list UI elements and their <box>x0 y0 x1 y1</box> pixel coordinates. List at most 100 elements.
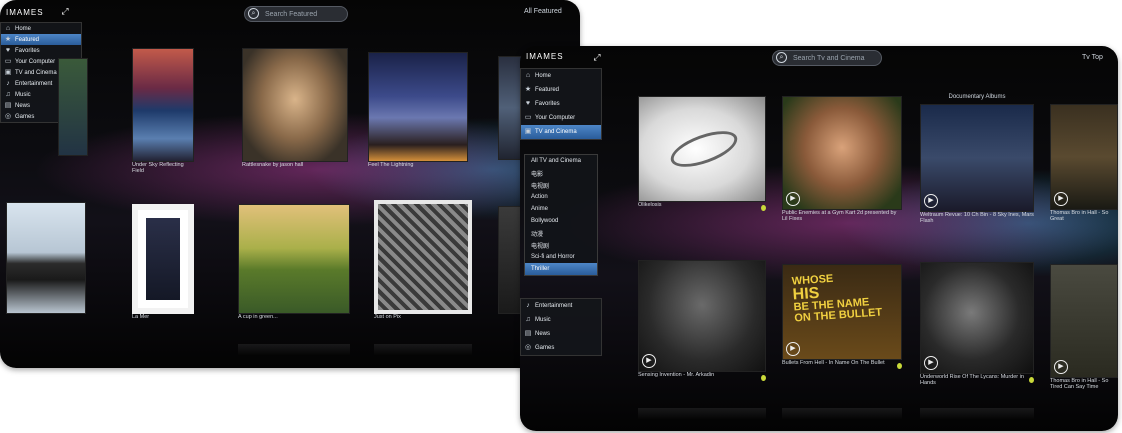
search-icon: ⌕ <box>248 8 259 19</box>
computer-icon: ▭ <box>4 57 12 65</box>
submenu-item[interactable]: Anime <box>525 203 597 215</box>
play-icon[interactable]: ▶ <box>786 192 800 206</box>
submenu-item[interactable]: 电视剧 <box>525 239 597 251</box>
tile-reflection <box>374 344 472 356</box>
submenu-item-thriller[interactable]: Thriller <box>525 263 597 275</box>
tile-caption: Under Sky Reflecting Field <box>132 162 184 174</box>
tv-icon: ▣ <box>4 68 12 76</box>
tile-reflection <box>238 344 350 356</box>
sidebar-item-entertainment[interactable]: ♪ Entertainment <box>521 299 601 313</box>
thumbnail <box>58 58 88 156</box>
tile-caption: Olikelosis <box>638 202 662 208</box>
media-tile[interactable]: A cup in green... <box>238 204 350 326</box>
tile-caption: Feel The Lightning <box>368 162 414 168</box>
media-tile[interactable]: ▶ Public Enemies at a Gym Kart 2d presen… <box>782 96 902 222</box>
play-icon[interactable]: ▶ <box>642 354 656 368</box>
pin-icon[interactable]: ⤢ <box>60 6 70 16</box>
thumbnail <box>238 204 350 314</box>
thumbnail <box>782 96 902 210</box>
thumbnail: WHOSE HIS BE THE NAME ON THE BULLET <box>782 264 902 360</box>
search-placeholder: Search Tv and Cinema <box>793 54 865 62</box>
status-dot <box>1029 377 1034 383</box>
tile-caption: Thomas Bro in Hall - So Great <box>1050 210 1109 222</box>
play-icon[interactable]: ▶ <box>924 194 938 208</box>
star-icon: ★ <box>524 86 532 93</box>
sidebar-item-news[interactable]: ▤ News <box>521 327 601 341</box>
tile-caption: Sensing Invention - Mr. Arkadin <box>638 372 715 378</box>
genre-submenu: All TV and Cinema 电影 电视剧 Action Anime Bo… <box>524 154 598 276</box>
thumbnail <box>638 260 766 372</box>
music-icon: ♫ <box>525 316 531 323</box>
media-tile[interactable]: Just on Pix <box>374 200 472 326</box>
computer-icon: ▭ <box>524 114 532 121</box>
sidebar-item-tv-cinema[interactable]: ▣ TV and Cinema <box>521 125 601 139</box>
all-featured-link[interactable]: All Featured <box>524 8 562 15</box>
thumbnail <box>242 48 348 162</box>
status-dot <box>897 363 902 369</box>
play-icon[interactable]: ▶ <box>1054 192 1068 206</box>
media-tile[interactable]: Olikelosis <box>638 96 766 214</box>
media-tile[interactable]: La Mer <box>132 204 194 326</box>
media-tile[interactable]: ▶ Thomas Bro in Hall - So Great <box>1050 104 1118 222</box>
status-dot <box>761 205 766 211</box>
thumbnail <box>638 96 766 202</box>
media-tile[interactable]: ▶ Sensing Invention - Mr. Arkadin <box>638 260 766 384</box>
star-icon: ★ <box>4 35 12 43</box>
sidebar: ⌂ Home ★ Featured ♥ Favorites ▭ Your Compute… <box>520 68 602 140</box>
app-logo: IMAMES <box>526 52 564 61</box>
submenu-item[interactable]: 动漫 <box>525 227 597 239</box>
tile-caption: Public Enemies at a Gym Kart 2d presente… <box>782 210 897 222</box>
search-icon: ⌕ <box>776 52 787 63</box>
search-input[interactable]: ⌕ Search Tv and Cinema <box>772 50 882 66</box>
thumbnail <box>132 48 194 162</box>
media-tile[interactable] <box>6 202 86 326</box>
sidebar-item-home[interactable]: ⌂ Home <box>521 69 601 83</box>
thumbnail <box>6 202 86 314</box>
home-icon: ⌂ <box>525 72 531 79</box>
sidebar-item-favorites[interactable]: ♥ Favorites <box>521 97 601 111</box>
thumbnail <box>132 204 194 314</box>
media-tile[interactable] <box>58 58 88 168</box>
search-placeholder: Search Featured <box>265 10 318 18</box>
media-tile[interactable]: Under Sky Reflecting Field <box>132 48 194 174</box>
media-tile[interactable]: ▶ Thomas Bro in Hall - So Tired Can Say … <box>1050 264 1118 390</box>
search-input[interactable]: ⌕ Search Featured <box>244 6 348 22</box>
tile-caption: Just on Pix <box>374 314 401 320</box>
screen-featured: IMAMES ⤢ ⌕ Search Featured All Featured … <box>0 0 580 368</box>
sidebar-item-favorites[interactable]: ♥ Favorites <box>1 45 81 56</box>
media-tile[interactable]: Rattlesnake by jason hall <box>242 48 348 174</box>
status-dot <box>761 375 766 381</box>
pin-icon[interactable]: ⤢ <box>592 52 602 62</box>
submenu-item[interactable]: Sci-fi and Horror <box>525 251 597 263</box>
sidebar-item-games[interactable]: ◎ Games <box>521 341 601 355</box>
sidebar-item-featured[interactable]: ★ Featured <box>1 34 81 45</box>
media-tile[interactable]: ▶ Underworld Rise Of The Lycans: Murder … <box>920 262 1034 386</box>
tile-caption: Thomas Bro in Hall - So Tired Can Say Ti… <box>1050 378 1109 390</box>
tile-reflection <box>638 408 766 420</box>
sidebar-item-home[interactable]: ⌂ Home <box>1 23 81 34</box>
entertainment-icon: ♪ <box>6 79 10 87</box>
games-icon: ◎ <box>4 112 12 120</box>
play-icon[interactable]: ▶ <box>924 356 938 370</box>
tile-caption: La Mer <box>132 314 150 320</box>
app-logo: IMAMES <box>6 8 44 17</box>
tile-header: Documentary Albums <box>948 94 1006 100</box>
tv-top-link[interactable]: Tv Top <box>1082 54 1103 61</box>
thumbnail <box>368 52 468 162</box>
home-icon: ⌂ <box>5 24 11 32</box>
sidebar-item-music[interactable]: ♫ Music <box>521 313 601 327</box>
play-icon[interactable]: ▶ <box>786 342 800 356</box>
tile-caption: Underworld Rise Of The Lycans: Murder in… <box>920 374 1024 386</box>
media-tile[interactable]: Documentary Albums ▶ Weltraum Revue: 10 … <box>920 94 1034 224</box>
submenu-item[interactable]: All TV and Cinema <box>525 155 597 167</box>
submenu-item[interactable]: 电视剧 <box>525 179 597 191</box>
sidebar-item-featured[interactable]: ★ Featured <box>521 83 601 97</box>
submenu-item[interactable]: Action <box>525 191 597 203</box>
submenu-item[interactable]: 电影 <box>525 167 597 179</box>
tile-caption: Weltraum Revue: 10 Ch Bin - 8 Sky Ines, … <box>920 212 1034 224</box>
sidebar-item-your-computer[interactable]: ▭ Your Computer <box>521 111 601 125</box>
media-tile[interactable]: Feel The Lightning <box>368 52 468 174</box>
media-tile[interactable]: WHOSE HIS BE THE NAME ON THE BULLET ▶ Bu… <box>782 264 902 372</box>
submenu-item[interactable]: Bollywood <box>525 215 597 227</box>
play-icon[interactable]: ▶ <box>1054 360 1068 374</box>
